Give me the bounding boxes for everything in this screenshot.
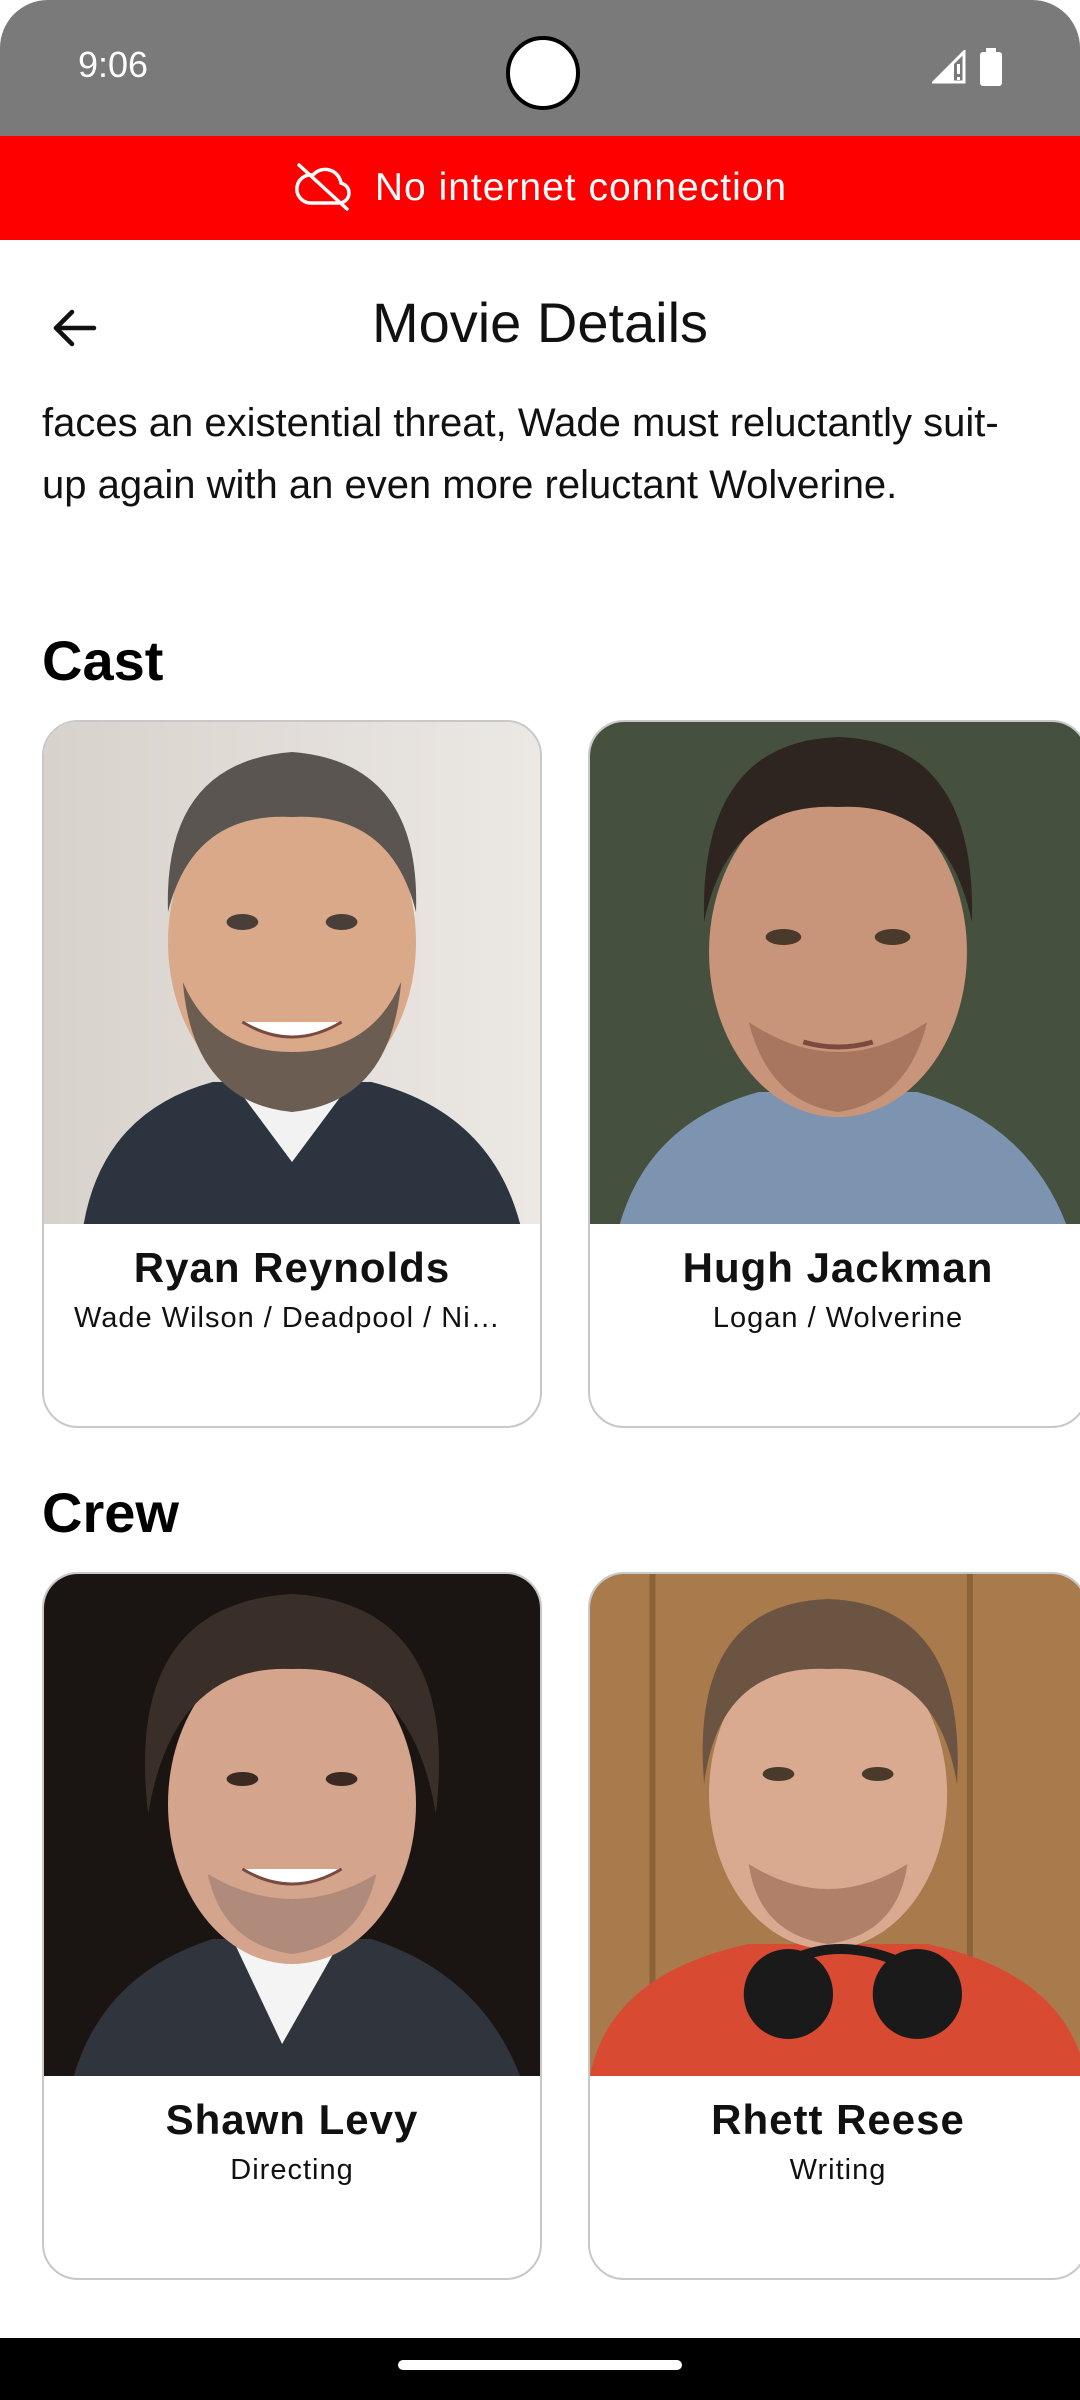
crew-role: Writing <box>789 2154 887 2186</box>
crew-carousel[interactable]: Shawn Levy Directing Rhett Reese Writing <box>42 1572 1080 2284</box>
cast-carousel[interactable]: Ryan Reynolds Wade Wilson / Deadpool / N… <box>42 720 1080 1432</box>
navigation-bar <box>0 2338 1080 2400</box>
crew-photo <box>44 1574 540 2076</box>
status-time: 9:06 <box>78 44 149 85</box>
screen: 9:06 No internet connection Movie Detail… <box>0 0 1080 2400</box>
offline-message: No internet connection <box>374 166 788 209</box>
cast-card[interactable]: Hugh Jackman Logan / Wolverine <box>588 720 1080 1428</box>
cast-heading: Cast <box>42 629 164 692</box>
status-icons <box>930 48 1002 91</box>
battery-icon <box>980 48 1002 91</box>
offline-banner: No internet connection <box>0 136 1080 240</box>
crew-name: Shawn Levy <box>165 2096 419 2143</box>
crew-card[interactable]: Shawn Levy Directing <box>42 1572 542 2280</box>
crew-photo <box>590 1574 1080 2076</box>
cast-card[interactable]: Ryan Reynolds Wade Wilson / Deadpool / N… <box>42 720 542 1428</box>
home-indicator[interactable] <box>398 2360 682 2370</box>
crew-card[interactable]: Rhett Reese Writing <box>588 1572 1080 2280</box>
crew-heading: Crew <box>42 1481 179 1544</box>
app-bar: Movie Details <box>0 240 1080 410</box>
overview-text: faces an existential threat, Wade must r… <box>42 401 999 507</box>
cast-name: Ryan Reynolds <box>133 1244 451 1291</box>
camera-cutout <box>506 36 580 110</box>
signal-icon <box>930 48 966 89</box>
status-bar: 9:06 <box>0 0 1080 136</box>
crew-role: Directing <box>230 2154 354 2186</box>
cast-role: Logan / Wolverine <box>712 1302 964 1334</box>
cast-photo <box>590 722 1080 1224</box>
cast-photo <box>44 722 540 1224</box>
page-title: Movie Details <box>371 291 709 354</box>
crew-name: Rhett Reese <box>711 2096 965 2143</box>
cast-role: Wade Wilson / Deadpool / Nicepool <box>74 1302 510 1334</box>
cloud-off-icon <box>293 161 353 216</box>
cast-name: Hugh Jackman <box>682 1244 994 1291</box>
